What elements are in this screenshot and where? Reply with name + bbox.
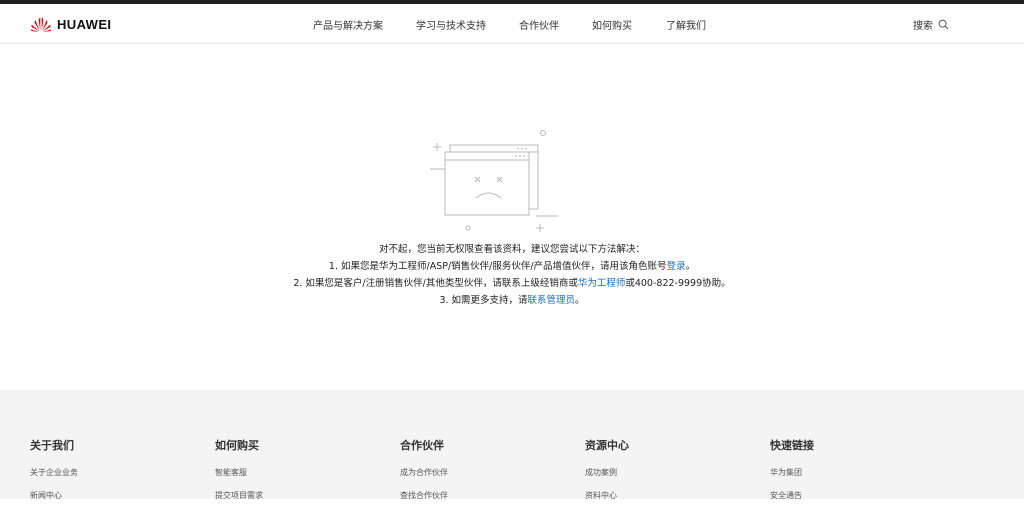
footer-link[interactable]: 关于企业业务 (30, 467, 78, 478)
site-header: HUAWEI 产品与解决方案 学习与技术支持 合作伙伴 如何购买 了解我们 搜索 (0, 4, 1024, 44)
footer-link[interactable]: 提交项目需求 (215, 490, 263, 501)
no-permission-message: 对不起，您当前无权限查看该资料，建议您尝试以下方法解决： 1. 如果您是华为工程… (0, 241, 1024, 309)
footer-link[interactable]: 查找合作伙伴 (400, 490, 448, 501)
footer-link[interactable]: 成功案例 (585, 467, 629, 478)
no-permission-illustration (426, 126, 566, 234)
nav-item-how-to-buy[interactable]: 如何购买 (592, 17, 632, 32)
nav-item-partners[interactable]: 合作伙伴 (519, 17, 559, 32)
contact-admin-link[interactable]: 联系管理员 (528, 295, 576, 306)
nav-item-support[interactable]: 学习与技术支持 (416, 17, 486, 32)
message-line-2-text: 2. 如果您是客户/注册销售伙伴/其他类型伙伴，请联系上级经销商或 (293, 278, 578, 289)
footer-column-title: 合作伙伴 (400, 439, 444, 452)
search-label: 搜索 (913, 21, 933, 32)
footer-link[interactable]: 华为集团 (770, 467, 814, 478)
footer-link[interactable]: 成为合作伙伴 (400, 467, 448, 478)
main-nav: 产品与解决方案 学习与技术支持 合作伙伴 如何购买 了解我们 (0, 4, 1024, 44)
footer-column-title: 快速链接 (770, 439, 814, 452)
footer-column-how-to-buy: 如何购买 智能客服 提交项目需求 (215, 437, 263, 513)
site-footer: 关于我们 关于企业业务 新闻中心 如何购买 智能客服 提交项目需求 合作伙伴 成… (0, 390, 1024, 500)
message-line-1-text: 1. 如果您是华为工程师/ASP/销售伙伴/服务伙伴/产品增值伙伴，请用该角色账… (328, 261, 667, 272)
message-line-1-suffix: 。 (685, 261, 696, 272)
message-line-1: 1. 如果您是华为工程师/ASP/销售伙伴/服务伙伴/产品增值伙伴，请用该角色账… (0, 258, 1024, 275)
footer-column-quick-links: 快速链接 华为集团 安全通告 (770, 437, 814, 513)
search-button[interactable]: 搜索 (913, 17, 949, 32)
footer-column-partners: 合作伙伴 成为合作伙伴 查找合作伙伴 (400, 437, 448, 513)
nav-item-about[interactable]: 了解我们 (666, 17, 706, 32)
footer-column-about: 关于我们 关于企业业务 新闻中心 (30, 437, 78, 513)
footer-link[interactable]: 安全通告 (770, 490, 814, 501)
footer-link[interactable]: 新闻中心 (30, 490, 78, 501)
footer-link[interactable]: 智能客服 (215, 467, 263, 478)
footer-link[interactable]: 资料中心 (585, 490, 629, 501)
footer-column-title: 如何购买 (215, 439, 259, 452)
footer-column-title: 资源中心 (585, 439, 629, 452)
message-line-3-text: 3. 如需更多支持，请 (439, 295, 528, 306)
nav-item-products[interactable]: 产品与解决方案 (313, 17, 383, 32)
message-line-3: 3. 如需更多支持，请联系管理员。 (0, 292, 1024, 309)
message-line-3-suffix: 。 (575, 295, 585, 306)
message-intro: 对不起，您当前无权限查看该资料，建议您尝试以下方法解决： (378, 244, 645, 255)
login-link[interactable]: 登录 (667, 261, 686, 272)
huawei-engineer-link[interactable]: 华为工程师 (578, 278, 626, 289)
search-icon (938, 19, 949, 30)
message-line-2: 2. 如果您是客户/注册销售伙伴/其他类型伙伴，请联系上级经销商或华为工程师或4… (0, 275, 1024, 292)
message-line-2-suffix: 或400-822-9999协助。 (625, 278, 731, 289)
footer-column-title: 关于我们 (30, 439, 74, 452)
footer-column-resources: 资源中心 成功案例 资料中心 (585, 437, 629, 513)
